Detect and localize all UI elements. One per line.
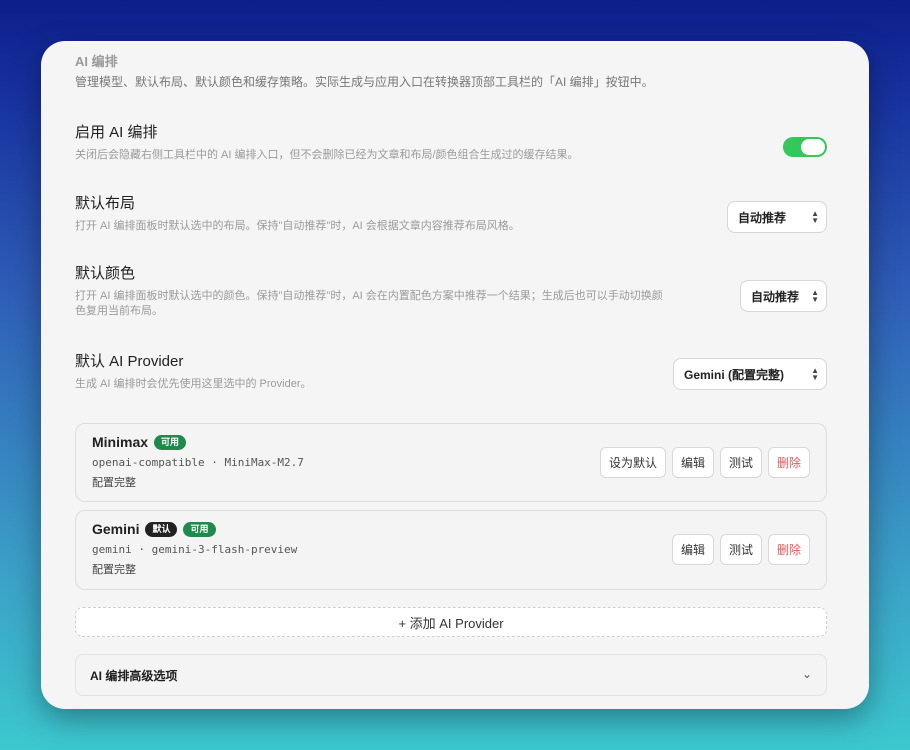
provider-card-minimax: Minimax 可用 openai-compatible · MiniMax-M… <box>75 423 827 502</box>
test-button[interactable]: 测试 <box>719 534 762 565</box>
add-provider-button[interactable]: + 添加 AI Provider <box>75 607 827 637</box>
edit-button[interactable]: 编辑 <box>671 534 714 565</box>
provider-name-row: Minimax 可用 <box>92 434 187 450</box>
setting-description: 关闭后会隐藏右侧工具栏中的 AI 编排入口，但不会删除已经为文章和布局/颜色组合… <box>75 149 579 161</box>
provider-actions: 设为默认 编辑 测试 删除 <box>599 447 810 478</box>
section-description: 管理模型、默认布局、默认颜色和缓存策略。实际生成与应用入口在转换器顶部工具栏的「… <box>75 75 654 89</box>
toggle-knob <box>801 139 825 155</box>
provider-meta: gemini · gemini-3-flash-preview <box>92 543 298 556</box>
setting-enable-ai: 启用 AI 编排 关闭后会隐藏右侧工具栏中的 AI 编排入口，但不会删除已经为文… <box>75 121 827 163</box>
provider-meta: openai-compatible · MiniMax-M2.7 <box>92 456 304 469</box>
provider-name: Minimax <box>92 434 149 450</box>
default-color-select[interactable]: 自动推荐 ▲ ▼ <box>740 280 827 312</box>
section-header: AI 编排 管理模型、默认布局、默认颜色和缓存策略。实际生成与应用入口在转换器顶… <box>75 51 835 90</box>
edit-button[interactable]: 编辑 <box>671 447 714 478</box>
select-value: 自动推荐 <box>751 289 800 304</box>
delete-button[interactable]: 删除 <box>767 534 810 565</box>
setting-default-provider: 默认 AI Provider 生成 AI 编排时会优先使用这里选中的 Provi… <box>75 350 669 392</box>
setting-default-color: 默认颜色 打开 AI 编排面板时默认选中的颜色。保持"自动推荐"时，AI 会在内… <box>75 262 727 319</box>
provider-actions: 编辑 测试 删除 <box>671 534 810 565</box>
default-layout-select[interactable]: 自动推荐 ▲ ▼ <box>727 201 827 233</box>
delete-button[interactable]: 删除 <box>767 447 810 478</box>
setting-label: 默认颜色 <box>75 265 136 282</box>
provider-status: 配置完整 <box>92 564 136 576</box>
chevron-down-icon: ⌄ <box>801 667 812 681</box>
select-value: 自动推荐 <box>738 210 787 225</box>
test-button[interactable]: 测试 <box>719 447 762 478</box>
setting-label: 默认 AI Provider <box>75 353 184 370</box>
chevron-up-down-icon: ▲ ▼ <box>811 288 819 304</box>
default-provider-select[interactable]: Gemini (配置完整) ▲ ▼ <box>673 358 827 390</box>
setting-description: 生成 AI 编排时会优先使用这里选中的 Provider。 <box>75 378 312 390</box>
chevron-up-down-icon: ▲ ▼ <box>811 366 819 382</box>
enable-ai-toggle[interactable] <box>783 137 827 157</box>
section-title: AI 编排 <box>75 54 118 69</box>
setting-default-layout: 默认布局 打开 AI 编排面板时默认选中的布局。保持"自动推荐"时，AI 会根据… <box>75 192 709 234</box>
available-badge: 可用 <box>154 434 187 450</box>
advanced-options-label: AI 编排高级选项 <box>90 669 178 683</box>
settings-panel: AI 编排 管理模型、默认布局、默认颜色和缓存策略。实际生成与应用入口在转换器顶… <box>41 41 869 709</box>
setting-description-line: 色复用当前布局。 <box>75 305 163 317</box>
chevron-up-down-icon: ▲ ▼ <box>811 209 819 225</box>
setting-description: 打开 AI 编排面板时默认选中的布局。保持"自动推荐"时，AI 会根据文章内容推… <box>75 220 520 232</box>
available-badge: 可用 <box>183 521 216 537</box>
advanced-options-disclosure[interactable]: AI 编排高级选项 ⌄ <box>75 654 827 696</box>
provider-status: 配置完整 <box>92 477 136 489</box>
select-value: Gemini (配置完整) <box>684 367 785 382</box>
set-default-button[interactable]: 设为默认 <box>599 447 666 478</box>
provider-name-row: Gemini 默认 可用 <box>92 521 216 537</box>
provider-card-gemini: Gemini 默认 可用 gemini · gemini-3-flash-pre… <box>75 510 827 590</box>
provider-name: Gemini <box>92 521 140 537</box>
setting-label: 默认布局 <box>75 195 136 212</box>
setting-label: 启用 AI 编排 <box>75 124 158 141</box>
setting-description-line: 打开 AI 编排面板时默认选中的颜色。保持"自动推荐"时，AI 会在内置配色方案… <box>75 290 663 302</box>
default-badge: 默认 <box>145 521 178 537</box>
setting-description: 打开 AI 编排面板时默认选中的颜色。保持"自动推荐"时，AI 会在内置配色方案… <box>75 289 727 319</box>
